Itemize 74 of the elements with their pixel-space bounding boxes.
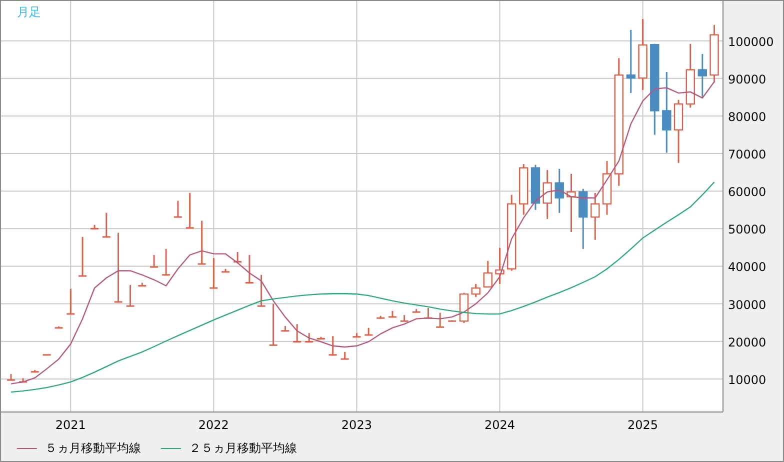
axis-label: 2022	[198, 418, 229, 432]
candlestick	[376, 316, 385, 319]
legend-label: ５ヵ月移動平均線	[45, 440, 141, 457]
candlestick	[328, 336, 337, 356]
candlestick	[519, 164, 528, 215]
candlestick	[234, 252, 242, 262]
candlestick	[566, 174, 576, 232]
candlestick	[30, 370, 39, 373]
axis-label: 50000	[728, 222, 766, 237]
candlestick	[186, 192, 194, 229]
candlestick	[281, 326, 290, 332]
candlestick	[388, 310, 396, 318]
axis-label: 80000	[728, 110, 766, 124]
candlestick	[54, 326, 63, 329]
candlestick	[7, 374, 15, 381]
axis-label: 90000	[728, 72, 766, 86]
candlestick	[19, 378, 28, 383]
candlestick	[638, 19, 648, 90]
candlestick	[150, 254, 158, 268]
candlestick	[495, 248, 504, 284]
candlestick	[686, 44, 695, 108]
candlestick	[102, 212, 110, 238]
candlestick	[42, 354, 51, 356]
candlestick	[114, 232, 122, 303]
candlestick	[126, 285, 134, 307]
axis-label: 2021	[55, 418, 86, 432]
candlestick	[174, 200, 182, 218]
candlestick	[364, 328, 373, 336]
candlestick	[245, 254, 254, 284]
candlestick	[78, 236, 87, 277]
candlestick	[400, 315, 408, 322]
candlestick	[590, 192, 600, 240]
legend-label: ２５ヵ月移動平均線	[189, 440, 297, 457]
candlestick	[138, 282, 146, 287]
candlestick	[352, 333, 361, 338]
candlestick	[424, 308, 432, 319]
candlestick	[210, 258, 218, 289]
axis-label: 40000	[728, 260, 766, 274]
candlestick	[602, 161, 612, 215]
candlestick	[578, 188, 588, 249]
candlestick	[412, 309, 420, 313]
candlestick	[66, 288, 75, 315]
chart-title: 月足	[17, 5, 41, 19]
candlestick	[293, 324, 302, 342]
candlestick	[162, 248, 170, 276]
candlestick	[459, 292, 469, 323]
axis-label: 2025	[628, 418, 658, 432]
axis-label: 20000	[728, 335, 766, 350]
candlestick	[483, 260, 492, 288]
candlestick	[554, 168, 564, 213]
candlestick	[90, 224, 99, 230]
candlestick	[340, 352, 349, 360]
axis-label: 30000	[728, 298, 766, 312]
candlestick	[698, 54, 707, 97]
candlestick	[316, 336, 325, 340]
candlestick	[530, 164, 540, 210]
candlestick	[198, 220, 206, 265]
axis-label: 2024	[484, 418, 515, 432]
candlestick	[710, 25, 719, 83]
candlestick	[448, 320, 456, 322]
candlestick	[257, 274, 266, 307]
candlestick	[269, 304, 278, 346]
candlestick	[436, 312, 444, 328]
axis-label: 70000	[728, 148, 766, 162]
candlestick	[471, 284, 480, 298]
candlestick	[305, 333, 314, 342]
candlestick	[626, 30, 636, 94]
axis-label: 2023	[341, 418, 372, 432]
candlestick	[222, 268, 230, 273]
candlestick	[674, 100, 684, 163]
candlestick	[542, 170, 552, 219]
axis-label: 100000	[728, 34, 774, 49]
axis-label: 60000	[728, 185, 766, 200]
axis-label: 10000	[728, 372, 766, 387]
